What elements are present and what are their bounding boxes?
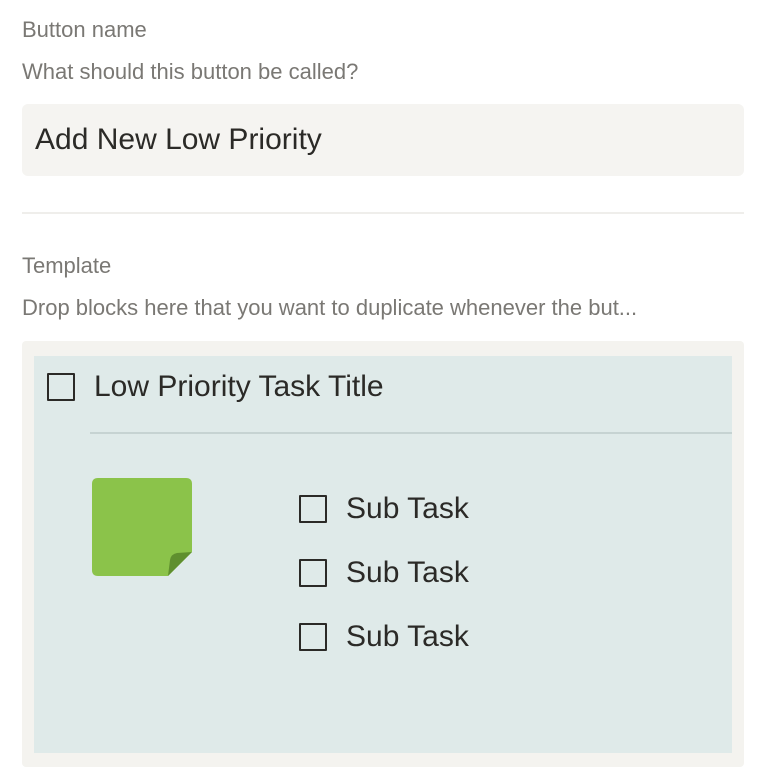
subtask-checkbox[interactable]: [299, 623, 327, 651]
task-title-checkbox[interactable]: [47, 373, 75, 401]
template-heading: Template: [22, 253, 112, 278]
task-title[interactable]: Low Priority Task Title: [94, 370, 384, 404]
subtask-label[interactable]: Sub Task: [346, 620, 469, 654]
subtask-checkbox[interactable]: [299, 559, 327, 587]
button-name-heading: Button name: [22, 17, 147, 42]
task-divider: [90, 432, 732, 434]
subtask-checkbox[interactable]: [299, 495, 327, 523]
subtask-label[interactable]: Sub Task: [346, 556, 469, 590]
section-divider: [22, 212, 744, 214]
template-description: Drop blocks here that you want to duplic…: [22, 295, 638, 320]
button-name-input[interactable]: Add New Low Priority: [22, 104, 744, 176]
button-name-description: What should this button be called?: [22, 59, 359, 84]
subtask-label[interactable]: Sub Task: [346, 492, 469, 526]
sticky-note-icon: [92, 478, 192, 576]
